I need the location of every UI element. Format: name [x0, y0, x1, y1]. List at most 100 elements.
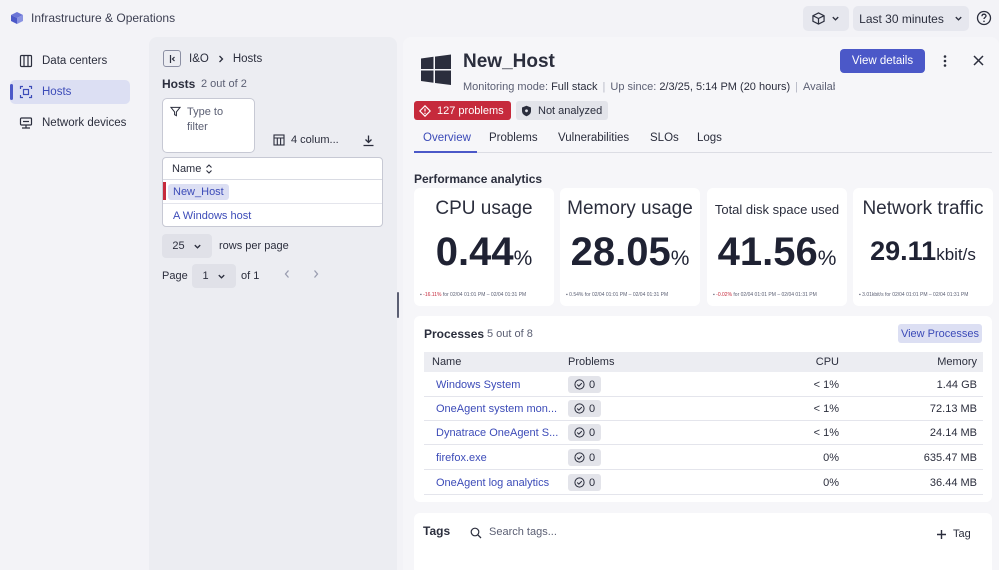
breadcrumb-root[interactable]: I&O	[189, 53, 209, 65]
download-icon[interactable]	[362, 134, 375, 147]
tab-overview[interactable]: Overview	[423, 132, 471, 144]
check-circle-icon	[574, 427, 585, 438]
kpi-name: Total disk space used	[714, 202, 840, 217]
nav-item-hosts[interactable]: Hosts	[10, 80, 130, 104]
process-name-link[interactable]: OneAgent log analytics	[436, 477, 549, 489]
timeframe-selector-button[interactable]: Last 30 minutes	[853, 6, 969, 31]
process-name-link[interactable]: firefox.exe	[436, 452, 487, 464]
performance-analytics-title: Performance analytics	[414, 172, 543, 186]
host-name-link[interactable]: A Windows host	[173, 210, 251, 222]
availability-label: Availab	[803, 81, 835, 93]
help-icon[interactable]	[976, 10, 992, 26]
filter-placeholder: Type to filter	[187, 106, 224, 133]
process-cpu: < 1%	[813, 379, 839, 391]
kpi-value-number: 0.44	[435, 230, 514, 274]
network-device-icon	[19, 117, 33, 129]
process-cpu: < 1%	[813, 403, 839, 415]
windows-logo-icon	[421, 54, 451, 85]
close-icon[interactable]	[972, 54, 985, 67]
nav-item-network-devices[interactable]: Network devices	[10, 111, 130, 135]
column-header-name[interactable]: Name	[432, 356, 461, 368]
problems-badge[interactable]: 127 problems	[414, 101, 511, 120]
process-problems-badge[interactable]: 0	[568, 424, 601, 441]
process-name-link[interactable]: OneAgent system mon...	[436, 403, 557, 415]
check-circle-icon	[574, 403, 585, 414]
kpi-trend: ▪ 0.54% for 02/04 01:01 PM – 02/04 01:31…	[566, 292, 669, 298]
process-name-link[interactable]: Dynatrace OneAgent S...	[436, 427, 558, 439]
table-row[interactable]: firefox.exe 0 0% 635.47 MB	[424, 446, 983, 470]
column-header-memory[interactable]: Memory	[937, 356, 977, 368]
next-page-icon[interactable]	[312, 269, 320, 279]
tags-search-input[interactable]	[489, 526, 689, 538]
nav-item-label: Hosts	[42, 86, 72, 98]
active-tab-indicator	[414, 151, 477, 153]
security-status-badge[interactable]: Not analyzed	[516, 101, 609, 120]
kpi-trend-period: for 02/04 01:01 PM – 02/04 01:31 PM	[584, 292, 669, 298]
process-name-link[interactable]: Windows System	[436, 379, 520, 391]
processes-count: 5 out of 8	[487, 328, 533, 340]
kpi-card-cpu[interactable]: CPU usage 0.44% ▪ -16.11% for 02/04 01:0…	[414, 188, 554, 306]
table-row[interactable]: OneAgent log analytics 0 0% 36.44 MB	[424, 471, 983, 495]
cube-icon	[812, 12, 825, 25]
kpi-card-network[interactable]: Network traffic 29.11kbit/s ▪ 3.01kbit/s…	[853, 188, 993, 306]
view-details-button[interactable]: View details	[840, 49, 925, 73]
column-header-label: Name	[172, 162, 202, 175]
process-cpu: < 1%	[813, 427, 839, 439]
view-processes-button[interactable]: View Processes	[898, 324, 982, 343]
environment-selector-button[interactable]	[803, 6, 849, 31]
panel-resize-handle[interactable]	[397, 292, 399, 318]
kpi-unit: %	[513, 247, 533, 270]
table-row[interactable]: Dynatrace OneAgent S... 0 < 1% 24.14 MB	[424, 421, 983, 445]
sort-icon	[206, 163, 213, 174]
processes-title: Processes	[424, 327, 485, 341]
filter-icon	[170, 106, 181, 117]
tab-problems[interactable]: Problems	[489, 132, 538, 144]
more-options-icon[interactable]	[940, 54, 950, 68]
column-header-cpu[interactable]: CPU	[816, 356, 839, 368]
host-name-link[interactable]: New_Host	[168, 183, 229, 200]
hosts-list-title: Hosts	[162, 77, 196, 91]
chevron-down-icon	[955, 16, 962, 21]
table-row[interactable]: A Windows host	[163, 204, 382, 226]
process-problems-badge[interactable]: 0	[568, 376, 601, 393]
process-problems-count: 0	[588, 402, 596, 415]
kpi-trend-period: for 02/04 01:01 PM – 02/04 01:31 PM	[442, 292, 527, 298]
check-circle-icon	[574, 452, 585, 463]
kpi-trend: ▪ -0.02% for 02/04 01:01 PM – 02/04 01:3…	[713, 292, 817, 298]
process-problems-badge[interactable]: 0	[568, 449, 601, 466]
table-row[interactable]: New_Host	[163, 180, 382, 204]
table-header-name[interactable]: Name	[163, 158, 382, 180]
process-memory: 72.13 MB	[929, 403, 977, 415]
check-circle-icon	[574, 477, 585, 488]
kpi-card-disk[interactable]: Total disk space used 41.56% ▪ -0.02% fo…	[707, 188, 847, 306]
plus-icon	[937, 529, 946, 539]
kpi-name: Network traffic	[862, 198, 984, 219]
hosts-filter-input[interactable]: Type to filter	[162, 98, 255, 153]
table-row[interactable]: Windows System 0 < 1% 1.44 GB	[424, 373, 983, 397]
kpi-trend-period: for 02/04 01:01 PM – 02/04 01:31 PM	[884, 292, 969, 298]
kpi-value-number: 41.56	[717, 230, 818, 274]
columns-button[interactable]: 4 colum...	[273, 134, 339, 146]
tab-logs[interactable]: Logs	[697, 132, 722, 144]
rows-per-page-select[interactable]: 25	[162, 234, 212, 258]
kpi-card-memory[interactable]: Memory usage 28.05% ▪ 0.54% for 02/04 01…	[560, 188, 700, 306]
problems-badge-label: 127 problems	[437, 104, 504, 117]
process-cpu: 0%	[823, 452, 839, 464]
add-tag-button[interactable]: Tag	[936, 528, 971, 540]
process-problems-badge[interactable]: 0	[568, 400, 601, 417]
page-number-select[interactable]: 1	[192, 264, 236, 288]
previous-page-icon[interactable]	[283, 269, 291, 279]
host-icon	[19, 85, 33, 99]
tab-slos[interactable]: SLOs	[650, 132, 679, 144]
table-row[interactable]: OneAgent system mon... 0 < 1% 72.13 MB	[424, 397, 983, 421]
data-center-icon	[19, 54, 33, 68]
nav-item-data-centers[interactable]: Data centers	[10, 49, 130, 73]
process-problems-badge[interactable]: 0	[568, 474, 601, 491]
sidebar-collapse-icon	[169, 54, 175, 63]
collapse-panel-button[interactable]	[163, 50, 181, 67]
tab-vulnerabilities[interactable]: Vulnerabilities	[558, 132, 629, 144]
page-total-label: of 1	[241, 270, 260, 282]
process-problems-count: 0	[588, 476, 596, 489]
kpi-trend-value: -0.02%	[716, 292, 733, 298]
column-header-problems[interactable]: Problems	[568, 356, 614, 368]
